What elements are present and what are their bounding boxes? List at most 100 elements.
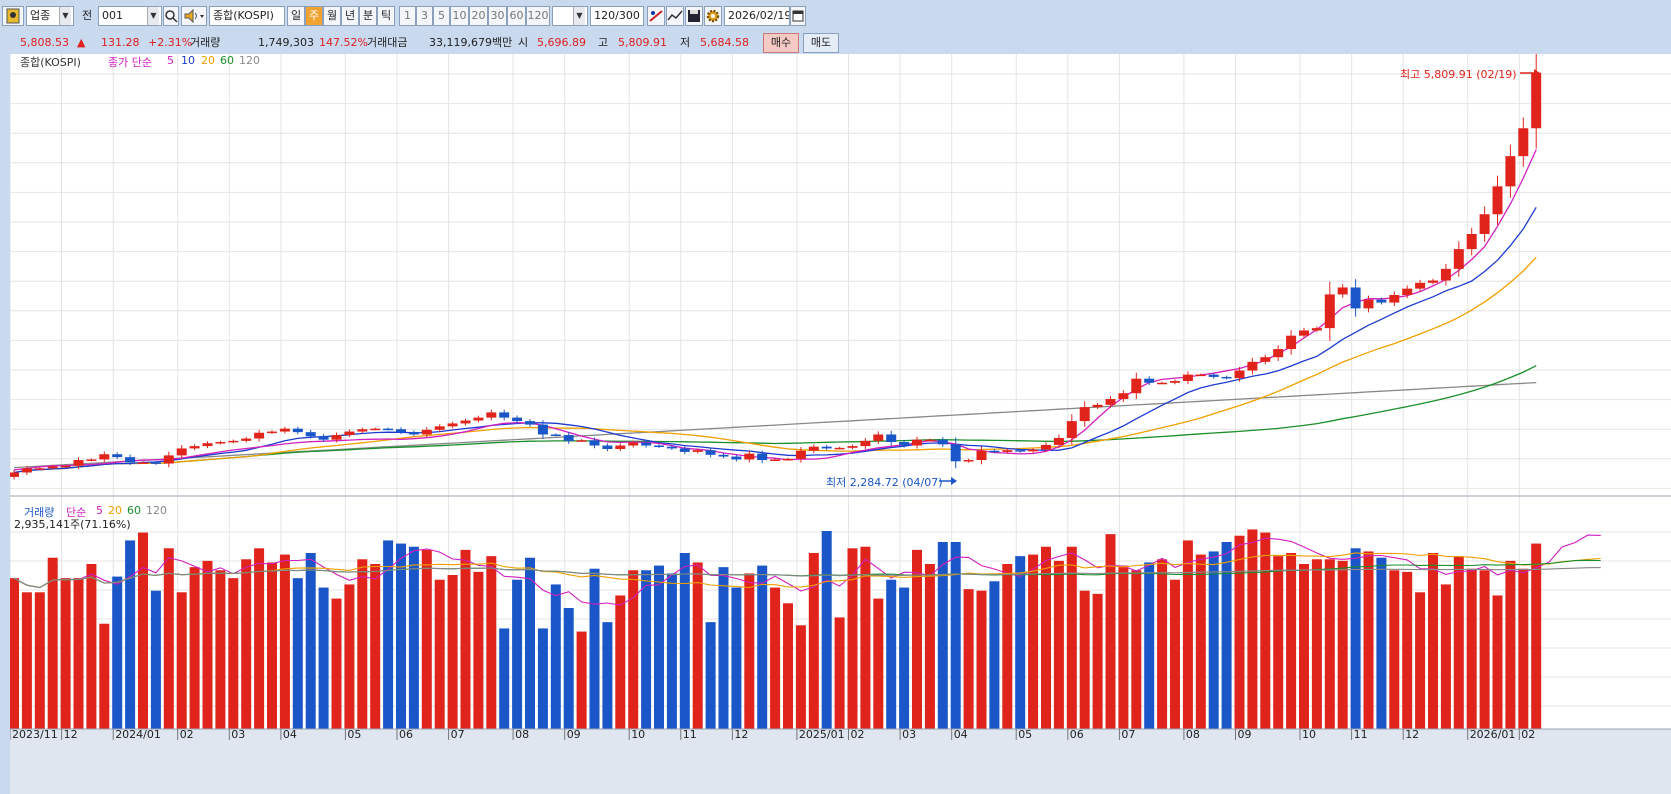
name-field[interactable]: 종합(KOSPI) (209, 6, 285, 26)
volume-bar (421, 549, 432, 729)
volume-bar (1492, 595, 1503, 729)
date-input[interactable]: 2026/02/19 (724, 6, 790, 26)
chart-tool-icon[interactable] (647, 6, 665, 26)
pin-icon[interactable] (2, 6, 24, 26)
candle-body (512, 417, 523, 422)
candle-body (537, 424, 548, 435)
interval-3-button[interactable]: 3 (416, 6, 433, 26)
volume-bar (1208, 551, 1219, 729)
volume-bar (1286, 553, 1297, 729)
volume-last-value: 2,935,141주(71.16%) (14, 518, 131, 531)
tab-year[interactable]: 년 (341, 6, 359, 26)
candle-body (1170, 381, 1180, 383)
x-tick-label: 05 (347, 728, 361, 741)
interval-30-button[interactable]: 30 (488, 6, 507, 26)
candle-body (666, 446, 677, 449)
candle-body (215, 442, 226, 444)
candle-body (202, 443, 213, 447)
chart-canvas: 2023/11 12 2024/01 02 03 04 05 06 07 08 09 10 11 12 20… (10, 54, 1671, 794)
tab-day[interactable]: 일 (287, 6, 305, 26)
candle-body (331, 435, 342, 440)
candle-body (1092, 404, 1103, 408)
volume-bar (99, 623, 110, 729)
candle-body (899, 442, 910, 446)
candle-body (628, 442, 639, 446)
volume-bar (1260, 532, 1271, 729)
x-tick-label: 04 (954, 728, 968, 741)
low-value: 5,684.58 (700, 36, 749, 49)
volume-bar (963, 589, 974, 729)
volume-label: 거래량 (190, 36, 221, 49)
save-icon[interactable] (685, 6, 703, 26)
candle-body (138, 462, 148, 464)
candle-body (254, 432, 265, 439)
x-tick-label: 03 (902, 728, 916, 741)
volume-bar (176, 592, 187, 729)
candle-body (150, 462, 161, 464)
volume-bar (770, 587, 781, 729)
candle-body (10, 472, 19, 477)
volume-bar (279, 554, 290, 729)
candle-body (615, 445, 626, 449)
x-tick-label: 03 (231, 728, 245, 741)
candle-body (1015, 450, 1026, 452)
candle-body (976, 450, 987, 461)
period-combo-label: 전 (81, 9, 93, 22)
interval-1-button[interactable]: 1 (399, 6, 416, 26)
volume-bar (73, 578, 84, 729)
speaker-icon[interactable] (181, 6, 207, 26)
buy-button[interactable]: 매수 (763, 33, 799, 53)
volume-bar (1118, 565, 1129, 729)
volume-bar (1144, 562, 1155, 729)
candle-body (679, 448, 690, 452)
candle-body (1221, 376, 1232, 379)
code-input[interactable]: 001 ▼ (98, 6, 162, 26)
tab-tick[interactable]: 틱 (377, 6, 395, 26)
volume-bar (537, 628, 548, 729)
volume-bar (1415, 592, 1426, 729)
candle-body (1492, 186, 1503, 215)
high-marker: 최고 5,809.91 (02/19) (1400, 68, 1517, 81)
line-chart-icon[interactable] (666, 6, 684, 26)
candle-body (731, 456, 742, 460)
quote-bar: 5,808.53 ▲ 131.28 +2.31% 거래량 1,749,303 1… (0, 32, 1671, 54)
calendar-icon[interactable] (790, 6, 806, 26)
volume-bar (150, 590, 161, 729)
volume-bar (1015, 556, 1026, 729)
volume-bar (641, 570, 652, 729)
price-change: 131.28 (101, 36, 140, 49)
interval-10-button[interactable]: 10 (450, 6, 469, 26)
candle-body (1337, 287, 1348, 295)
settings-icon[interactable] (704, 6, 722, 26)
tab-week[interactable]: 주 (305, 6, 323, 26)
x-tick-label: 02 (180, 728, 194, 741)
search-icon[interactable] (163, 6, 179, 26)
candle-body (1440, 268, 1451, 281)
tab-month[interactable]: 월 (323, 6, 341, 26)
candle-body (473, 417, 484, 421)
candle-body (292, 428, 303, 433)
candle-body (228, 440, 239, 443)
interval-combo[interactable]: ▼ (552, 6, 588, 26)
candle-body (305, 432, 316, 437)
volume-bar (125, 540, 136, 729)
volume-bar (1505, 560, 1516, 729)
volume-bar (47, 557, 58, 729)
candle-body (396, 429, 406, 433)
volume-bar (215, 570, 226, 729)
market-combo[interactable]: 업종 ▼ (26, 6, 74, 26)
candle-body (1118, 393, 1129, 400)
volume-bar (950, 542, 961, 729)
interval-60-button[interactable]: 60 (507, 6, 526, 26)
candle-body (383, 428, 394, 431)
volume-bar (163, 548, 174, 729)
up-triangle-icon: ▲ (77, 36, 86, 49)
tab-minute[interactable]: 분 (359, 6, 377, 26)
interval-120-button[interactable]: 120 (526, 6, 550, 26)
interval-5-button[interactable]: 5 (433, 6, 450, 26)
sell-button[interactable]: 매도 (803, 33, 839, 53)
interval-20-button[interactable]: 20 (469, 6, 488, 26)
volume-bar (1531, 543, 1542, 729)
candle-body (886, 434, 897, 443)
candle-body (1002, 450, 1013, 452)
